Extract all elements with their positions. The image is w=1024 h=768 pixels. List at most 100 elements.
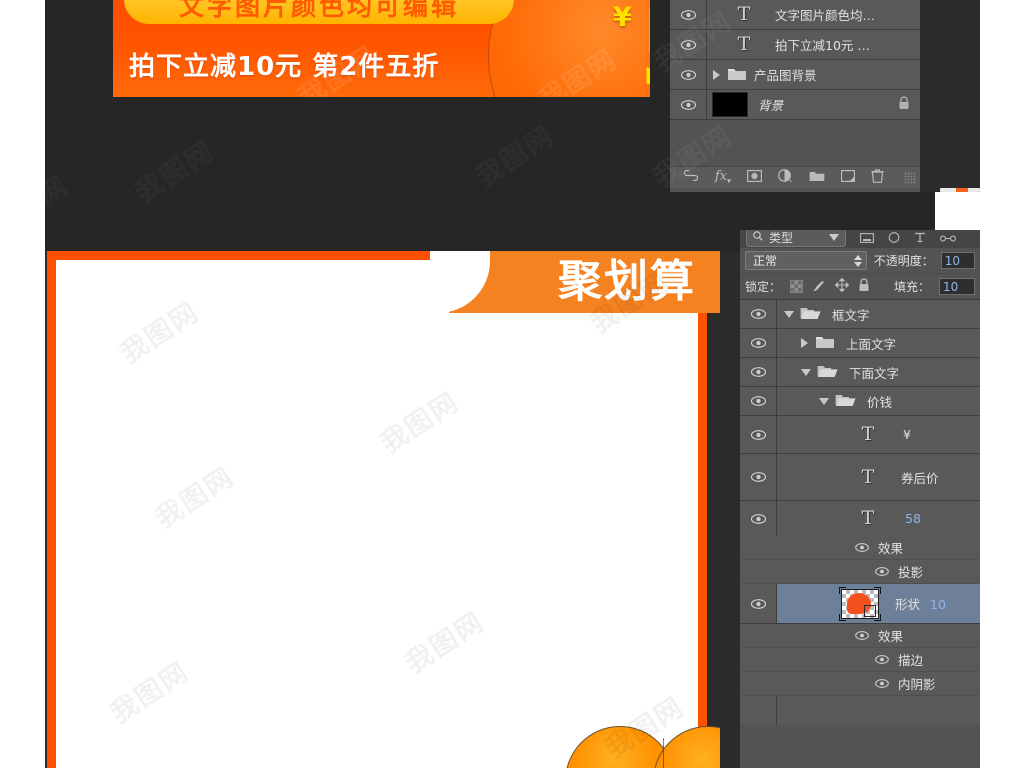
layer-group-row[interactable]: 价钱: [740, 387, 980, 416]
eye-icon[interactable]: [680, 39, 696, 50]
layer-row-body[interactable]: 背景: [707, 90, 920, 119]
chevron-right-icon[interactable]: [713, 69, 720, 80]
layer-row-body[interactable]: T 拍下立减10元 …: [707, 30, 920, 59]
lock-bar[interactable]: 锁定： 填充： 10: [740, 274, 980, 300]
visibility-toggle[interactable]: [740, 329, 777, 357]
eye-icon[interactable]: [875, 566, 890, 577]
layer-effect-item-row[interactable]: 内阴影: [740, 672, 980, 696]
lock-image-icon[interactable]: [812, 279, 826, 295]
layer-effects-row[interactable]: 效果: [740, 536, 980, 560]
eye-icon[interactable]: [750, 338, 766, 348]
eye-icon[interactable]: [680, 9, 696, 20]
layer-row[interactable]: T 文字图片颜色均…: [670, 0, 920, 30]
type-filter-icon[interactable]: [914, 232, 926, 246]
visibility-toggle[interactable]: [670, 60, 707, 89]
eye-icon[interactable]: [855, 542, 870, 553]
effects-label: 效果: [878, 629, 904, 644]
layer-row-body[interactable]: 产品图背景: [707, 60, 920, 89]
layer-row-body[interactable]: 框文字: [777, 300, 980, 328]
lock-icon: [898, 96, 910, 113]
stepper-icon[interactable]: [853, 254, 862, 267]
lock-all-icon[interactable]: [858, 278, 870, 295]
layer-row[interactable]: 背景: [670, 90, 920, 120]
layer-row-body[interactable]: T ¥: [777, 416, 980, 453]
layer-filter-bar[interactable]: 类型: [740, 230, 980, 248]
blend-mode-bar[interactable]: 正常 不透明度： 10: [740, 248, 980, 274]
adjustment-filter-icon[interactable]: [888, 232, 900, 246]
layer-group-row[interactable]: 上面文字: [740, 329, 980, 358]
eye-icon[interactable]: [750, 396, 766, 406]
layer-row-body[interactable]: [777, 696, 980, 725]
eye-icon[interactable]: [750, 309, 766, 319]
adjustment-layer-icon[interactable]: [778, 169, 793, 186]
fill-input[interactable]: 10: [939, 278, 975, 295]
visibility-toggle[interactable]: [740, 454, 777, 500]
chevron-down-icon[interactable]: [829, 233, 839, 241]
eye-icon[interactable]: [855, 630, 870, 641]
eye-icon[interactable]: [750, 429, 766, 440]
layer-row-partial[interactable]: [740, 696, 980, 725]
layer-row-body[interactable]: 价钱: [777, 387, 980, 415]
visibility-toggle[interactable]: [740, 416, 777, 453]
selection-corner-icon: [839, 586, 846, 594]
layer-effect-item-row[interactable]: 投影: [740, 560, 980, 584]
layer-row[interactable]: T 券后价: [740, 454, 980, 501]
blend-mode-select[interactable]: 正常: [745, 251, 867, 270]
eye-icon[interactable]: [750, 367, 766, 377]
eye-icon[interactable]: [750, 598, 766, 609]
layer-row-body[interactable]: 下面文字: [777, 358, 980, 386]
visibility-toggle[interactable]: [740, 501, 777, 536]
delete-icon[interactable]: [871, 168, 884, 187]
visibility-toggle[interactable]: [670, 30, 707, 59]
screenshot-root: 我图网 我图网 我图网 我图网 文字图片颜色均可编辑 拍下立减10元 第2件五折…: [0, 0, 1024, 768]
chevron-down-icon[interactable]: [801, 368, 811, 376]
new-group-icon[interactable]: [809, 170, 825, 186]
lock-transparency-icon[interactable]: [790, 280, 804, 293]
visibility-toggle[interactable]: [670, 90, 707, 119]
visibility-toggle[interactable]: [740, 300, 777, 328]
layer-row[interactable]: T 58: [740, 501, 980, 536]
opacity-input[interactable]: 10: [940, 252, 975, 269]
visibility-toggle[interactable]: [740, 696, 777, 725]
pixel-filter-icon[interactable]: [860, 232, 874, 246]
layer-row[interactable]: T 拍下立减10元 …: [670, 30, 920, 60]
smart-filter-icon[interactable]: [940, 233, 956, 246]
layers-panel-top[interactable]: T 文字图片颜色均… T 拍下立减10元 … 产品图背景 背景 fx▾: [670, 0, 920, 192]
layer-group-row[interactable]: 产品图背景: [670, 60, 920, 90]
layer-row-body[interactable]: T 文字图片颜色均…: [707, 0, 920, 29]
lock-position-icon[interactable]: [834, 277, 850, 295]
design-artwork: 聚划算 券后价 我图网 我图网 我图网 我图网 我图网 我图网 我图网: [45, 251, 720, 768]
resize-grip[interactable]: [904, 171, 916, 184]
layers-panel-bottom[interactable]: 类型 正常 不透明度： 10 锁定： 填充： 10 框文字 上面文字 下面文字 …: [740, 230, 980, 768]
visibility-toggle[interactable]: [740, 387, 777, 415]
visibility-toggle[interactable]: [740, 358, 777, 386]
layers-panel-footer[interactable]: fx▾: [670, 166, 920, 188]
eye-icon[interactable]: [680, 99, 696, 110]
layer-row-selected[interactable]: 形状 10: [740, 584, 980, 624]
visibility-toggle[interactable]: [670, 0, 707, 29]
filter-kind-dropdown[interactable]: 类型: [746, 230, 846, 247]
layer-row[interactable]: T ¥: [740, 416, 980, 454]
layer-group-row[interactable]: 下面文字: [740, 358, 980, 387]
visibility-toggle[interactable]: [740, 584, 777, 623]
layer-effects-row[interactable]: 效果: [740, 624, 980, 648]
layer-group-row[interactable]: 框文字: [740, 300, 980, 329]
eye-icon[interactable]: [875, 678, 890, 689]
layer-row-body[interactable]: T 券后价: [777, 454, 980, 500]
new-layer-icon[interactable]: [841, 169, 856, 186]
chevron-down-icon[interactable]: [784, 310, 794, 318]
layer-row-body[interactable]: T 58: [777, 501, 980, 536]
link-icon[interactable]: [683, 169, 699, 185]
eye-icon[interactable]: [875, 654, 890, 665]
chevron-down-icon[interactable]: [819, 397, 829, 405]
layer-effect-item-row[interactable]: 描边: [740, 648, 980, 672]
layer-row-body[interactable]: 上面文字: [777, 329, 980, 357]
mini-progress-bar: [940, 188, 980, 192]
fx-icon[interactable]: fx▾: [715, 169, 731, 186]
eye-icon[interactable]: [680, 69, 696, 80]
layer-row-body[interactable]: 形状 10: [777, 584, 980, 623]
eye-icon[interactable]: [750, 513, 766, 524]
chevron-right-icon[interactable]: [801, 338, 808, 348]
eye-icon[interactable]: [750, 472, 766, 482]
add-mask-icon[interactable]: [747, 169, 763, 186]
